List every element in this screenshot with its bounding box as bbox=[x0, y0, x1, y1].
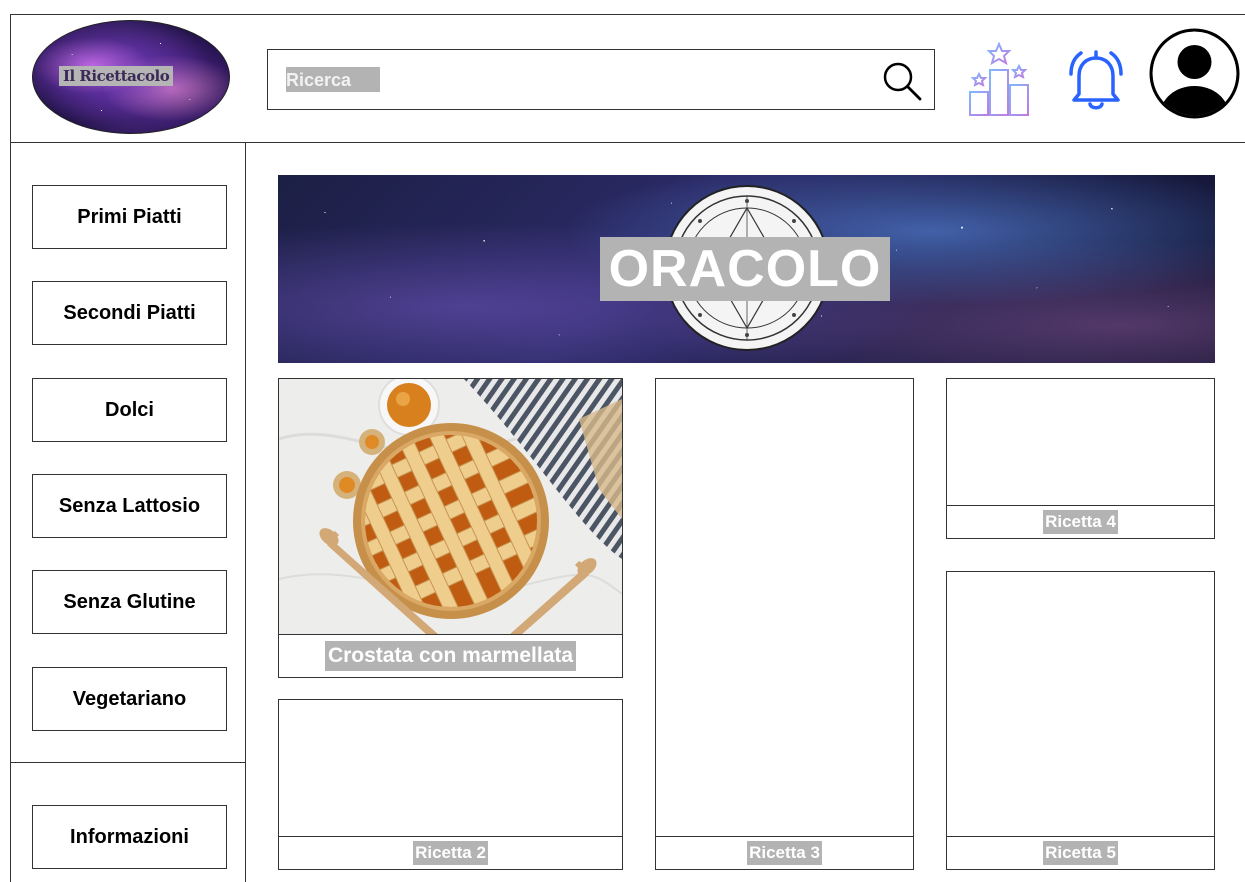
recipe-card-crostata[interactable]: Crostata con marmellata bbox=[278, 378, 623, 678]
ranking-podium-icon[interactable] bbox=[960, 40, 1038, 120]
recipe-title: Ricetta 3 bbox=[747, 841, 822, 865]
sidebar-item-senza-lattosio[interactable]: Senza Lattosio bbox=[32, 474, 227, 538]
bell-icon[interactable] bbox=[1063, 44, 1129, 114]
recipe-card-3[interactable]: Ricetta 3 bbox=[655, 378, 914, 870]
sidebar-item-primi-piatti[interactable]: Primi Piatti bbox=[32, 185, 227, 249]
recipe-title: Ricetta 2 bbox=[413, 841, 488, 865]
sidebar-divider bbox=[10, 762, 245, 763]
user-avatar-icon[interactable] bbox=[1147, 26, 1242, 121]
recipe-caption: Ricetta 5 bbox=[947, 836, 1214, 869]
sidebar: Primi Piatti Secondi Piatti Dolci Senza … bbox=[10, 143, 246, 882]
recipe-card-5[interactable]: Ricetta 5 bbox=[946, 571, 1215, 870]
search-icon[interactable] bbox=[880, 59, 924, 103]
recipe-caption: Ricetta 4 bbox=[947, 505, 1214, 538]
logo[interactable]: Il Ricettacolo bbox=[32, 20, 230, 134]
recipe-title: Ricetta 4 bbox=[1043, 510, 1118, 534]
oracle-banner[interactable]: ORACOLO bbox=[278, 175, 1215, 363]
recipe-title: Ricetta 5 bbox=[1043, 841, 1118, 865]
sidebar-item-vegetariano[interactable]: Vegetariano bbox=[32, 667, 227, 731]
search-input[interactable] bbox=[286, 66, 866, 94]
search-bar[interactable] bbox=[267, 49, 935, 110]
recipe-caption: Ricetta 3 bbox=[656, 836, 913, 869]
recipe-photo-crostata bbox=[279, 379, 622, 635]
header: Il Ricettacolo bbox=[10, 14, 1245, 143]
recipe-caption: Ricetta 2 bbox=[279, 836, 622, 869]
logo-text: Il Ricettacolo bbox=[59, 66, 174, 86]
sidebar-item-dolci[interactable]: Dolci bbox=[32, 378, 227, 442]
banner-title: ORACOLO bbox=[600, 237, 890, 301]
recipe-card-4[interactable]: Ricetta 4 bbox=[946, 378, 1215, 539]
sidebar-item-senza-glutine[interactable]: Senza Glutine bbox=[32, 570, 227, 634]
recipe-card-2[interactable]: Ricetta 2 bbox=[278, 699, 623, 870]
sidebar-item-informazioni[interactable]: Informazioni bbox=[32, 805, 227, 869]
sidebar-item-secondi-piatti[interactable]: Secondi Piatti bbox=[32, 281, 227, 345]
recipe-title: Crostata con marmellata bbox=[324, 641, 577, 671]
recipe-caption: Crostata con marmellata bbox=[279, 634, 622, 677]
